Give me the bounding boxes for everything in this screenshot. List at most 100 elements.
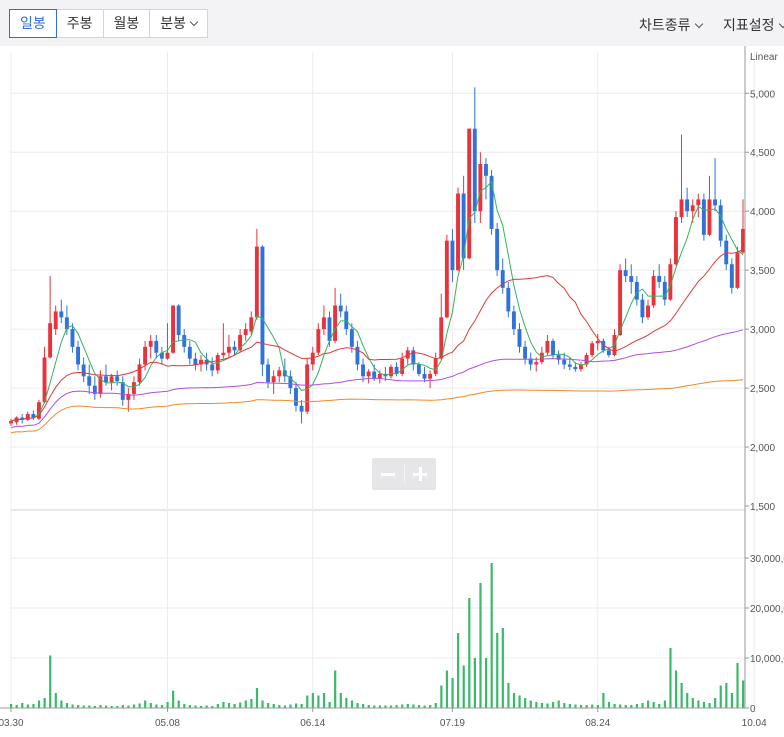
candle-body xyxy=(595,340,600,344)
volume-bar xyxy=(26,704,29,708)
candle xyxy=(718,199,723,247)
candle-body xyxy=(567,364,572,367)
volume-bar xyxy=(10,704,13,708)
volume-bar xyxy=(529,700,532,708)
candle xyxy=(316,323,321,356)
candle-body xyxy=(338,305,343,312)
candle xyxy=(467,128,472,260)
candle-body xyxy=(299,405,304,412)
volume-bar xyxy=(166,702,169,708)
volume-bar xyxy=(591,704,594,708)
candle-body xyxy=(646,305,650,318)
candle xyxy=(14,416,19,425)
volume-bar xyxy=(43,698,46,708)
ma-line-60 xyxy=(10,329,744,429)
volume-bar xyxy=(540,703,544,708)
volume-bar xyxy=(334,670,337,708)
volume-bar xyxy=(445,670,449,708)
candle-body xyxy=(333,305,338,341)
candle xyxy=(226,335,231,358)
candle-body xyxy=(545,340,550,353)
candle-body xyxy=(562,359,567,365)
volume-bar xyxy=(658,704,661,708)
candle-body xyxy=(551,340,555,356)
candle xyxy=(366,369,371,384)
candle-body xyxy=(226,346,231,353)
volume-bar xyxy=(37,700,41,708)
candle-body xyxy=(456,193,460,271)
volume-bar xyxy=(149,703,152,708)
candle xyxy=(456,187,460,272)
stock-chart[interactable]: 1,500 2,000 2,500 3,000 3,500 4,000 4,500 5,000… xyxy=(0,46,784,737)
candle-body xyxy=(131,382,136,394)
chevron-down-icon xyxy=(189,17,199,27)
volume-bar xyxy=(434,703,437,708)
candle xyxy=(266,358,270,389)
candle-body xyxy=(523,346,528,359)
date-tick-label: 03.30 xyxy=(0,718,24,729)
volume-bar xyxy=(255,688,259,708)
volume-bar xyxy=(289,704,292,708)
candle-body xyxy=(741,228,745,253)
volume-bar xyxy=(518,695,521,708)
candle-body xyxy=(484,164,488,176)
candle xyxy=(389,364,393,379)
candle xyxy=(556,350,561,365)
candle xyxy=(713,158,718,212)
tab-minute[interactable]: 분봉 xyxy=(150,10,207,37)
candle-body xyxy=(735,252,740,288)
volume-bar xyxy=(328,702,331,708)
scale-label[interactable]: Linear xyxy=(750,52,778,63)
candle-body xyxy=(349,329,354,347)
candle xyxy=(707,175,712,236)
candle-body xyxy=(148,340,153,347)
candle xyxy=(685,187,690,218)
candle xyxy=(193,352,198,371)
candle xyxy=(120,376,125,406)
volume-bar xyxy=(362,704,365,708)
volume-bar xyxy=(412,704,415,708)
tab-monthly[interactable]: 월봉 xyxy=(104,10,151,37)
candle-body xyxy=(696,199,701,206)
chart-type-menu[interactable]: 차트종류 xyxy=(639,15,703,35)
tab-minute-label: 분봉 xyxy=(160,15,187,31)
volume-bar xyxy=(65,703,69,708)
period-tabs: 일봉 주봉 월봉 분봉 xyxy=(9,9,209,38)
volume-bar xyxy=(680,683,683,708)
volume-bar xyxy=(742,680,745,708)
candle xyxy=(489,169,494,235)
candle-body xyxy=(193,358,198,365)
candle xyxy=(48,276,53,359)
candle-body xyxy=(70,329,75,347)
candle-body xyxy=(154,340,159,353)
volume-bar xyxy=(322,693,326,708)
volume-tick-label: 30,000,0 xyxy=(750,554,784,565)
volume-bar xyxy=(183,704,186,708)
date-tick-label: 10.04 xyxy=(742,718,767,729)
volume-bar xyxy=(552,702,555,708)
zoom-in-button[interactable] xyxy=(405,458,437,490)
candle-body xyxy=(9,421,13,424)
candle xyxy=(171,305,176,354)
tab-weekly[interactable]: 주봉 xyxy=(57,10,104,37)
candle xyxy=(411,346,416,371)
candle-body xyxy=(472,128,477,212)
volume-bar xyxy=(568,704,571,708)
candle xyxy=(25,411,30,422)
candle-body xyxy=(176,305,181,336)
volume-bar xyxy=(563,703,566,708)
candle xyxy=(729,258,734,294)
zoom-out-button[interactable] xyxy=(372,458,404,490)
candle-body xyxy=(120,382,125,400)
volume-bar xyxy=(21,703,24,708)
volume-bar xyxy=(132,704,136,708)
candle xyxy=(254,228,259,320)
tab-daily[interactable]: 일봉 xyxy=(9,9,57,38)
candle-body xyxy=(53,311,58,330)
candle xyxy=(500,258,505,294)
candle-body xyxy=(606,350,611,356)
volume-bar xyxy=(468,598,471,708)
candle xyxy=(511,305,516,336)
volume-bar xyxy=(406,704,409,708)
indicator-settings-menu[interactable]: 지표설정 xyxy=(723,15,784,35)
